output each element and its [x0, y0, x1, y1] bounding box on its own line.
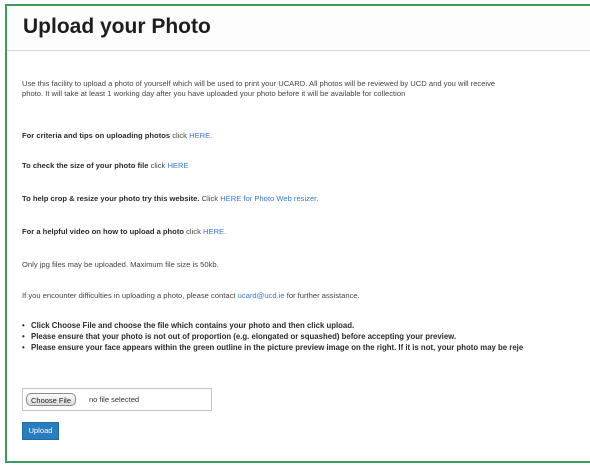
criteria-line: For criteria and tips on uploading photo… [22, 131, 212, 141]
check-size-text: To check the size of your photo file [22, 161, 149, 170]
check-size-link[interactable]: HERE [167, 161, 188, 170]
video-line: For a helpful video on how to upload a p… [22, 227, 226, 237]
page-title: Upload your Photo [23, 15, 211, 38]
video-link[interactable]: HERE. [203, 227, 226, 236]
upload-button[interactable]: Upload [22, 422, 59, 440]
instructions-list: Click Choose File and choose the file wh… [22, 321, 523, 354]
intro-line-1: Use this facility to upload a photo of y… [22, 79, 496, 88]
choose-file-button[interactable]: Choose File [26, 393, 77, 406]
instruction-item: Please ensure that your photo is not out… [22, 332, 523, 343]
photo-web-resizer-link[interactable]: HERE for Photo Web resizer. [220, 194, 318, 203]
page-header: Upload your Photo [7, 6, 590, 51]
contact-line: If you encounter difficulties in uploadi… [22, 291, 360, 301]
check-size-click-text: click [150, 161, 166, 170]
video-text: For a helpful video on how to upload a p… [22, 227, 184, 236]
crop-line: To help crop & resize your photo try thi… [22, 194, 318, 204]
criteria-text: For criteria and tips on uploading photo… [22, 131, 171, 140]
video-click-text: click [186, 227, 201, 236]
instruction-item: Click Choose File and choose the file wh… [22, 321, 523, 332]
check-size-line: To check the size of your photo file cli… [22, 161, 189, 171]
intro-text: Use this facility to upload a photo of y… [22, 79, 590, 99]
contact-email-link[interactable]: ucard@ucd.ie [238, 291, 285, 300]
contact-text: If you encounter difficulties in uploadi… [22, 291, 236, 300]
instruction-item: Please ensure your face appears within t… [22, 343, 523, 354]
crop-click-text: Click [201, 194, 219, 203]
crop-text: To help crop & resize your photo try thi… [22, 194, 200, 203]
contact-text-after: for further assistance. [286, 291, 360, 300]
file-rules-text: Only jpg files may be uploaded. Maximum … [22, 260, 219, 269]
intro-line-2: photo. It will take at least 1 working d… [22, 89, 406, 98]
criteria-click-text: click [172, 131, 187, 140]
upload-photo-panel: Upload your Photo Use this facility to u… [5, 4, 590, 463]
file-input[interactable]: Choose File no file selected [22, 388, 212, 411]
file-status-text: no file selected [89, 395, 140, 404]
criteria-link[interactable]: HERE. [189, 131, 212, 140]
